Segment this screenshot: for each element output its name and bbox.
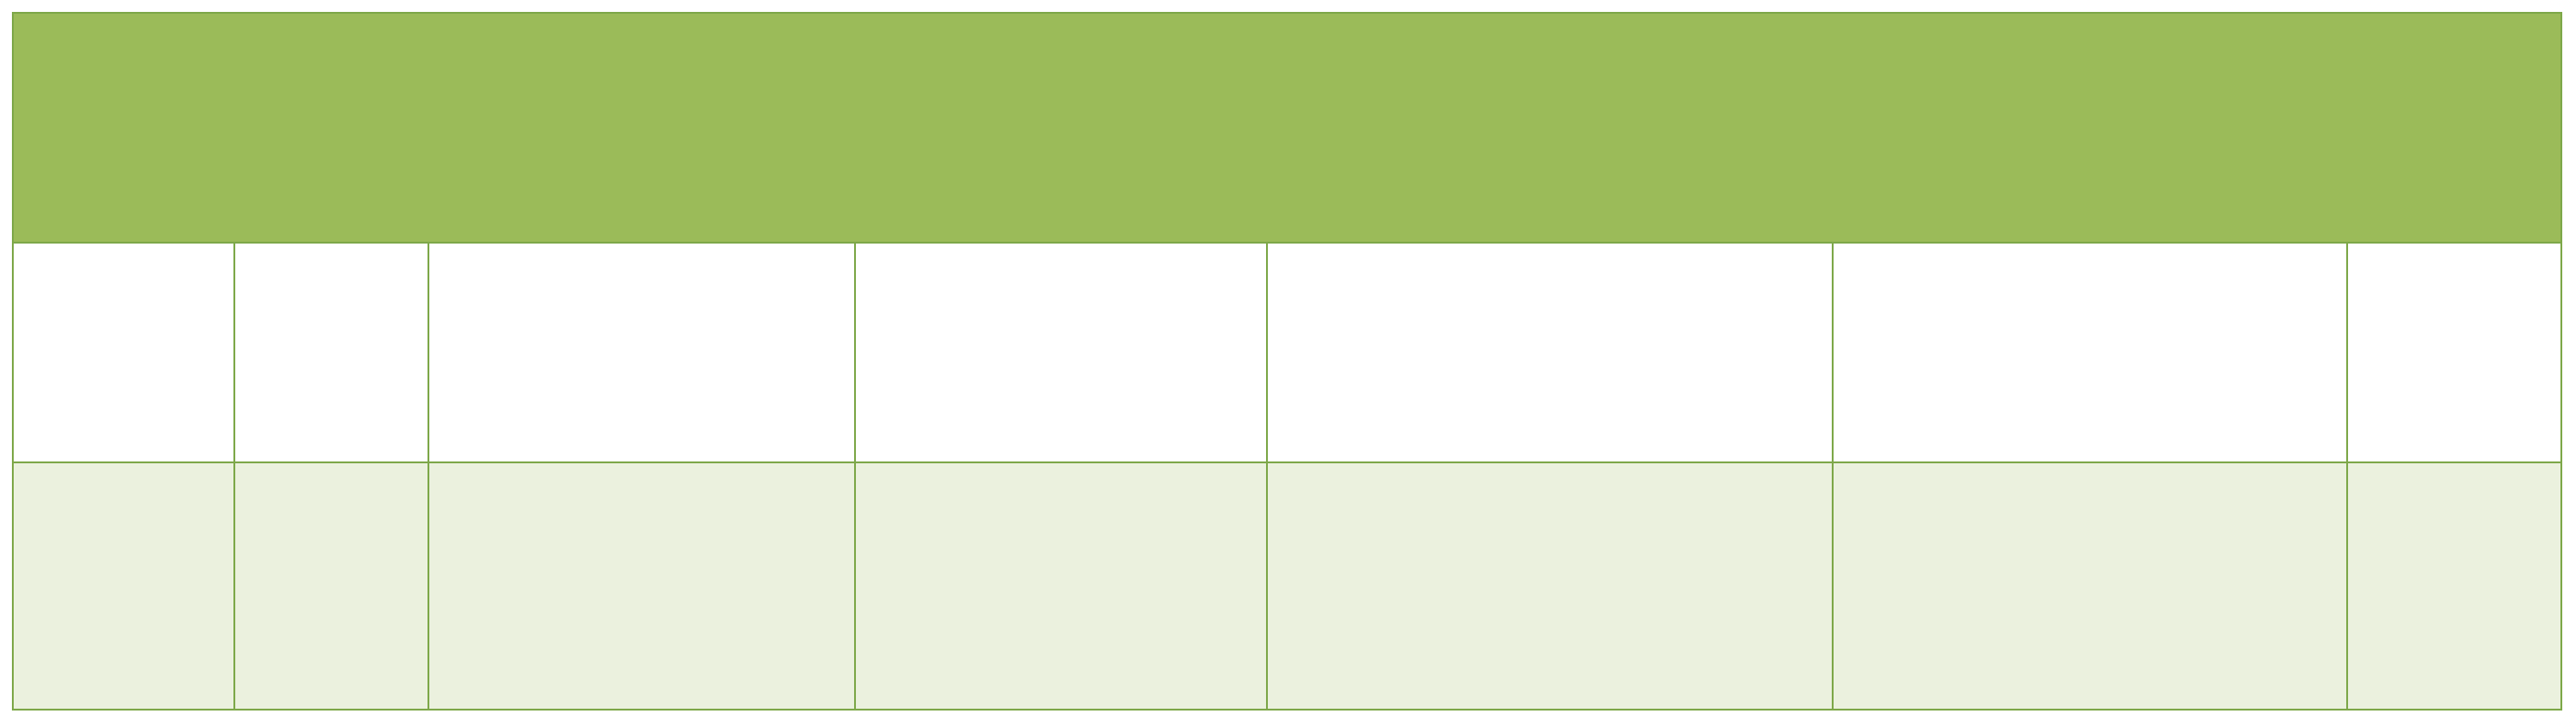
table-cell xyxy=(2346,461,2562,711)
table-cell xyxy=(428,242,856,463)
table-cell xyxy=(854,461,1268,711)
empty-table xyxy=(12,12,2562,711)
table-cell xyxy=(233,242,429,463)
header-cell xyxy=(428,13,855,243)
table-cell xyxy=(1832,242,2348,463)
table-cell xyxy=(428,461,856,711)
table-cell xyxy=(12,461,235,711)
header-cell xyxy=(13,13,234,243)
table-row xyxy=(12,242,2562,463)
table-header-row xyxy=(13,13,2561,243)
table-row xyxy=(12,461,2562,711)
table-cell xyxy=(233,461,429,711)
header-cell xyxy=(1267,13,1833,243)
table-cell xyxy=(854,242,1268,463)
table-cell xyxy=(1832,461,2348,711)
table-cell xyxy=(12,242,235,463)
header-cell xyxy=(234,13,428,243)
table-cell xyxy=(1266,461,1834,711)
table-cell xyxy=(2346,242,2562,463)
table-cell xyxy=(1266,242,1834,463)
header-cell xyxy=(1833,13,2347,243)
header-cell xyxy=(2347,13,2561,243)
header-cell xyxy=(855,13,1267,243)
